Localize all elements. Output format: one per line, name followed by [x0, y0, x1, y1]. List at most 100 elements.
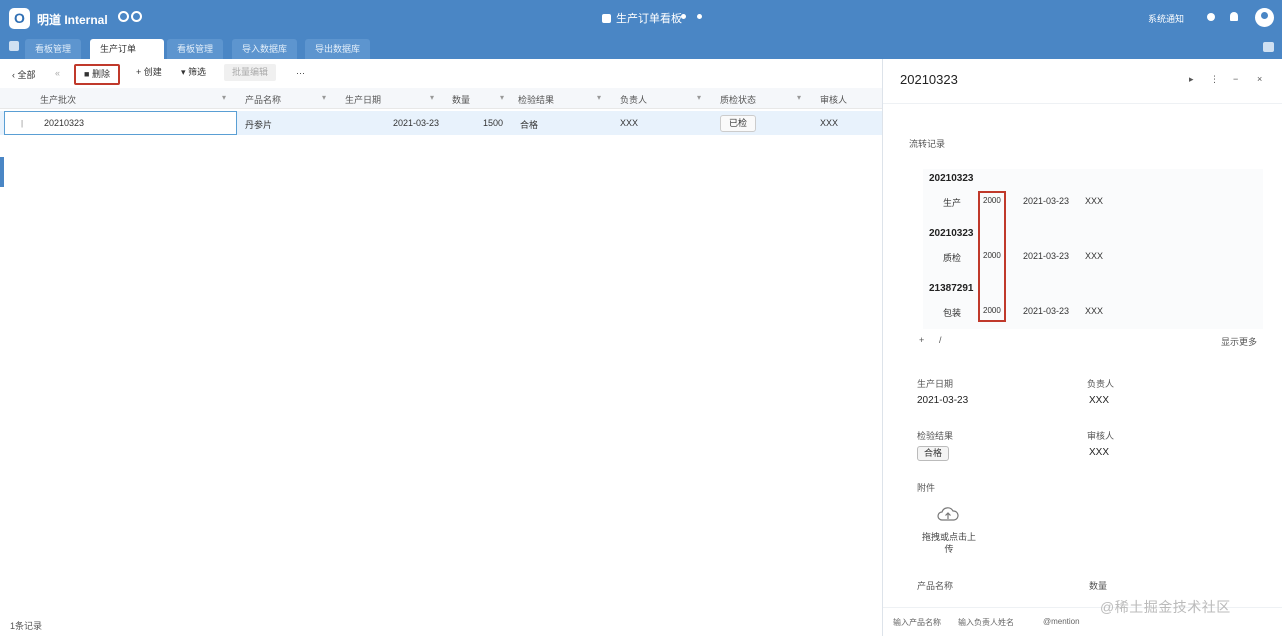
result-badge[interactable]: 合格 [917, 446, 950, 461]
timeline-label: 流转记录 [909, 139, 946, 149]
timeline-step: 质检 [943, 253, 962, 263]
cell-quantity: 1500 [483, 118, 504, 128]
settings-icon[interactable] [1263, 42, 1274, 52]
help-icon[interactable] [1207, 13, 1215, 21]
sort-icon[interactable]: ▾ [500, 93, 504, 102]
close-icon[interactable]: × [1257, 74, 1262, 84]
cell-reviewer: XXX [820, 118, 839, 128]
field-value[interactable]: XXX [1089, 447, 1109, 458]
timeline-step: 包装 [943, 308, 962, 318]
top-bar: O 明道 Internal 生产订单看板 系统通知 [0, 0, 1282, 36]
timeline-date: 2021-03-23 [1023, 196, 1070, 206]
filter-button[interactable]: ▾ 筛选 [173, 64, 214, 81]
comment-input[interactable]: 输入负责人姓名 [958, 617, 1014, 628]
sort-icon[interactable]: ▾ [222, 93, 226, 102]
timeline-card [923, 169, 1263, 329]
comment-input[interactable]: 输入产品名称 [893, 617, 941, 628]
mention-link[interactable]: @mention [1043, 617, 1080, 626]
row-checkbox[interactable]: | [21, 119, 23, 128]
avatar[interactable] [1255, 8, 1274, 27]
add-record-icon[interactable]: + [919, 335, 924, 345]
minimize-icon[interactable]: − [1233, 74, 1238, 84]
edit-icon[interactable]: / [939, 335, 942, 345]
highlight-box [978, 191, 1006, 322]
field-label: 产品名称 [917, 581, 954, 591]
notification-link[interactable]: 系统通知 [1148, 12, 1184, 25]
board-icon [602, 14, 611, 23]
collapse-icon[interactable]: « [55, 68, 60, 78]
page-title: 生产订单看板 [602, 10, 682, 26]
tab-board[interactable]: 看板管理 [25, 39, 82, 59]
more-icon[interactable] [697, 14, 702, 19]
tab-bar: 看板管理 生产订单 看板管理 导入数据库 导出数据库 [0, 36, 1282, 59]
sort-icon[interactable]: ▾ [322, 93, 326, 102]
upload-text[interactable]: 拖拽或点击上传 [919, 531, 979, 555]
more-icon[interactable]: ⋮ [1210, 74, 1219, 85]
record-count: 1条记录 [10, 621, 43, 631]
cell-batch: 20210323 [44, 118, 85, 128]
sort-icon[interactable]: ▾ [597, 93, 601, 102]
field-label: 附件 [917, 483, 936, 493]
filter-icon: ▾ [181, 67, 189, 77]
column-header[interactable]: 数量 [452, 93, 470, 106]
cell-date: 2021-03-23 [393, 118, 440, 128]
bell-icon[interactable] [1230, 12, 1238, 21]
delete-button[interactable]: ■ 删除 [74, 64, 120, 85]
field-value[interactable]: 2021-03-23 [917, 395, 968, 406]
column-header[interactable]: 生产批次 [40, 93, 76, 106]
tab-import[interactable]: 导入数据库 [232, 39, 298, 59]
sort-icon[interactable]: ▾ [697, 93, 701, 102]
column-header[interactable]: 生产日期 [345, 93, 381, 106]
cell-result: 合格 [520, 120, 539, 130]
column-header[interactable]: 质检状态 [720, 93, 756, 106]
field-label: 负责人 [1087, 379, 1115, 389]
timeline-date: 2021-03-23 [1023, 251, 1070, 261]
expand-icon[interactable]: ▸ [1189, 74, 1194, 85]
timeline-head: 20210323 [929, 228, 974, 239]
timeline-date: 2021-03-23 [1023, 306, 1070, 316]
toolbar: ‹ 全部 « ■ 删除 + 创建 ▾ 筛选 批量编辑 ··· [0, 59, 882, 87]
column-header[interactable]: 产品名称 [245, 93, 281, 106]
app-logo[interactable]: O [9, 8, 30, 29]
column-header[interactable]: 检验结果 [518, 93, 554, 106]
field-label: 检验结果 [917, 431, 954, 441]
cell-product: 丹参片 [245, 120, 273, 130]
plus-icon: + [136, 67, 144, 77]
circle-icon[interactable] [131, 11, 142, 22]
status-badge: 已检 [720, 115, 757, 132]
field-label: 审核人 [1087, 431, 1115, 441]
sort-icon[interactable]: ▾ [797, 93, 801, 102]
watermark: @稀土掘金技术社区 [1100, 599, 1231, 615]
column-header[interactable]: 负责人 [620, 93, 647, 106]
cloud-upload-icon[interactable] [937, 506, 959, 522]
timeline-user: XXX [1085, 306, 1104, 316]
batch-edit-button[interactable]: 批量编辑 [224, 64, 277, 81]
more-button[interactable]: ··· [296, 68, 305, 78]
timeline-head: 21387291 [929, 283, 974, 294]
trash-icon: ■ [84, 69, 92, 79]
app-title[interactable]: 明道 Internal [37, 11, 108, 28]
star-icon[interactable] [681, 14, 686, 19]
side-handle[interactable] [0, 157, 4, 187]
tab-production-order[interactable]: 生产订单 [90, 39, 164, 59]
table-header: 生产批次 ▾ 产品名称 ▾ 生产日期 ▾ 数量 ▾ 检验结果 ▾ 负责人 ▾ 质… [0, 88, 882, 109]
field-value[interactable]: XXX [1089, 395, 1109, 406]
divider [883, 103, 1282, 104]
back-link[interactable]: ‹ 全部 [12, 68, 36, 81]
timeline-user: XXX [1085, 196, 1104, 206]
panel-title: 20210323 [900, 72, 958, 87]
field-label: 数量 [1089, 581, 1108, 591]
timeline-step: 生产 [943, 198, 962, 208]
tab-export[interactable]: 导出数据库 [305, 39, 371, 59]
selected-cell[interactable]: | 20210323 [4, 111, 237, 135]
circle-icon[interactable] [118, 11, 129, 22]
tab-board-2[interactable]: 看板管理 [167, 39, 224, 59]
table-row[interactable]: | 20210323 丹参片 2021-03-23 1500 合格 XXX 已检… [0, 111, 882, 135]
home-icon[interactable] [9, 41, 19, 51]
column-header[interactable]: 审核人 [820, 93, 847, 106]
field-label: 生产日期 [917, 379, 954, 389]
sort-icon[interactable]: ▾ [430, 93, 434, 102]
timeline-user: XXX [1085, 251, 1104, 261]
create-button[interactable]: + 创建 [128, 64, 170, 81]
show-more-link[interactable]: 显示更多 [1221, 335, 1257, 348]
